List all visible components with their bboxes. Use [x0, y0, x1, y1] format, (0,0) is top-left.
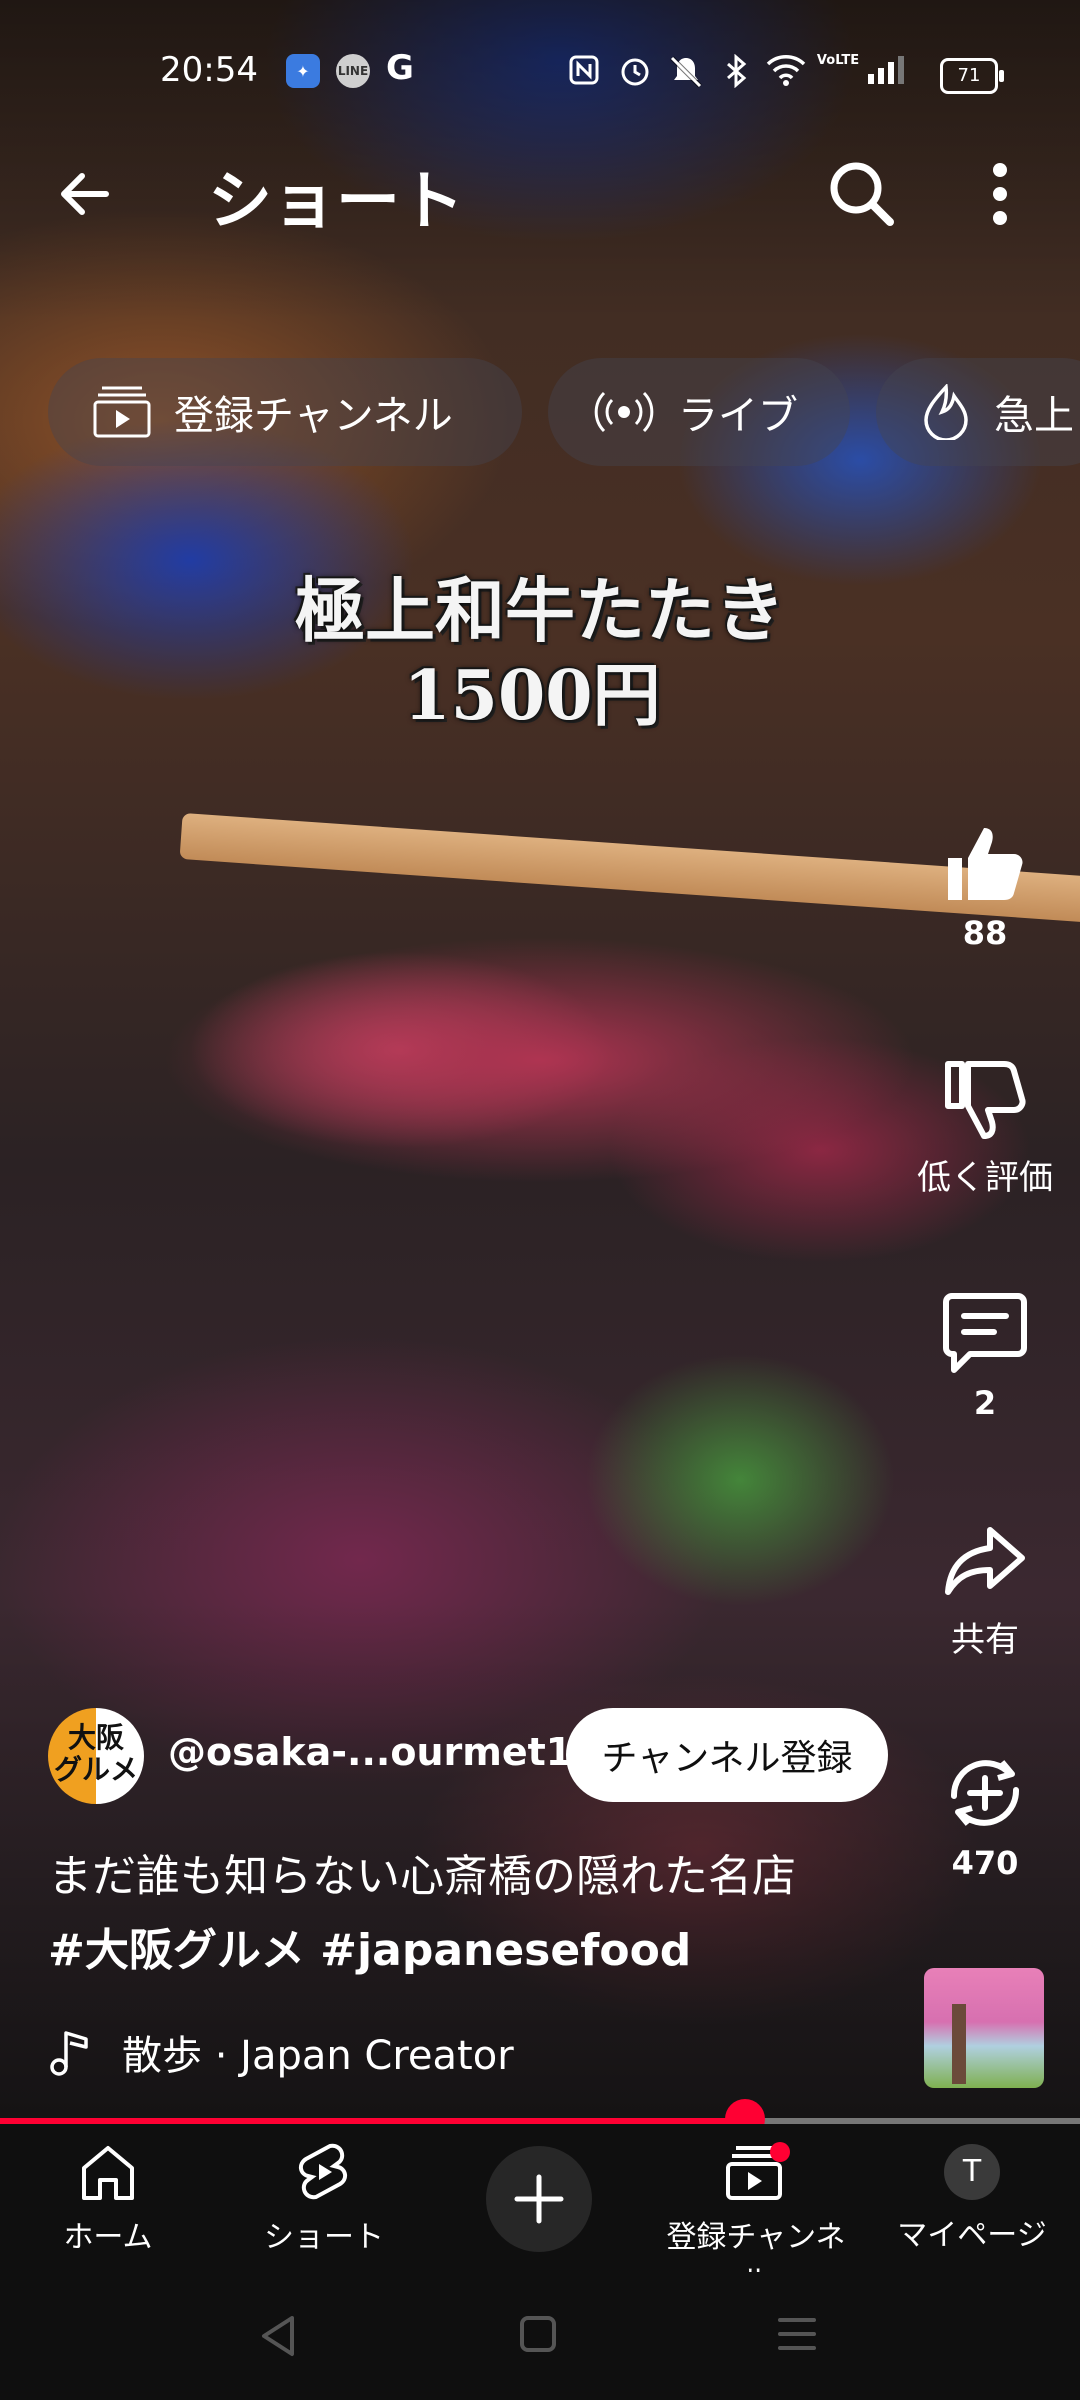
alarm-icon	[618, 54, 652, 88]
more-vertical-icon	[993, 163, 1007, 225]
nav-home-label: ホーム	[63, 2220, 153, 2255]
bluetooth-icon	[724, 54, 748, 88]
more-options-button[interactable]	[970, 152, 1030, 236]
back-arrow-icon	[61, 173, 109, 215]
avatar-text-line2: グルメ	[53, 1753, 138, 1786]
trending-icon	[924, 384, 968, 440]
music-thumbnail[interactable]	[924, 1968, 1044, 2088]
wifi-icon	[766, 54, 806, 86]
subscribe-button[interactable]: チャンネル登録	[566, 1708, 888, 1802]
comment-count: 2	[973, 1384, 997, 1422]
comments-button[interactable]: 2	[900, 1290, 1070, 1422]
music-info[interactable]: 散歩 · Japan Creator	[48, 2022, 514, 2082]
mute-icon	[668, 54, 704, 88]
filter-chips: 登録チャンネル ライブ 急上	[48, 358, 1080, 466]
dislike-button[interactable]: 低く評価	[900, 1058, 1070, 1199]
share-button[interactable]: 共有	[900, 1520, 1070, 1661]
video-hashtags[interactable]: #大阪グルメ #japanesefood	[48, 1914, 908, 1978]
chip-label: ライブ	[678, 393, 798, 439]
user-avatar: T	[944, 2144, 1000, 2200]
remix-count: 470	[951, 1844, 1019, 1882]
search-button[interactable]	[820, 152, 904, 236]
chip-trending[interactable]: 急上	[876, 358, 1080, 466]
status-time: 20:54	[160, 50, 258, 90]
battery-indicator: 71	[940, 58, 1004, 94]
status-bar: 20:54 ✦ LINE G VoLTE 71	[0, 40, 1080, 104]
video-description[interactable]: まだ誰も知らない心斎橋の隠れた名店	[48, 1840, 908, 1904]
channel-name[interactable]: @osaka-...ourmet1	[168, 1730, 572, 1774]
like-count: 88	[962, 914, 1008, 952]
nav-mypage[interactable]: T マイページ	[872, 2136, 1072, 2254]
signal-icon	[866, 54, 910, 84]
live-icon	[594, 391, 654, 433]
subscriptions-icon	[726, 2142, 790, 2200]
comment-icon	[943, 1293, 1027, 1373]
like-button[interactable]: 88	[900, 820, 1070, 952]
system-recents-icon[interactable]	[776, 2314, 818, 2354]
chip-live[interactable]: ライブ	[548, 358, 850, 466]
home-icon	[82, 2146, 134, 2200]
channel-avatar[interactable]: 大阪 グルメ	[48, 1708, 144, 1804]
nfc-icon	[568, 54, 600, 86]
chip-label: 登録チャンネル	[174, 393, 453, 439]
google-icon: G	[386, 48, 414, 88]
volte-icon: VoLTE	[816, 53, 860, 68]
music-note-icon	[50, 2031, 88, 2076]
avatar-text-line1: 大阪	[67, 1721, 124, 1754]
nav-shorts-label: ショート	[264, 2220, 384, 2255]
system-back-icon[interactable]	[256, 2312, 300, 2360]
plus-icon	[514, 2174, 564, 2224]
system-home-icon[interactable]	[518, 2314, 558, 2354]
bottom-navigation: ホーム ショート 登録チャンネル T マイページ	[0, 2124, 1080, 2299]
thumbs-up-icon	[948, 828, 1023, 900]
search-icon	[830, 162, 894, 226]
nav-shorts[interactable]: ショート	[224, 2136, 424, 2256]
remix-icon	[950, 1760, 1020, 1826]
remix-button[interactable]: 470	[900, 1750, 1070, 1882]
page-title: ショート	[208, 165, 464, 239]
create-button[interactable]	[486, 2146, 592, 2252]
dislike-label: 低く評価	[917, 1158, 1053, 1198]
nav-home[interactable]: ホーム	[8, 2136, 208, 2256]
thumbs-down-icon	[945, 1061, 1026, 1139]
share-icon	[945, 1527, 1025, 1595]
notification-app-icon: ✦	[286, 54, 320, 88]
video-caption-price: 1500円	[403, 656, 661, 736]
channel-info: 大阪 グルメ @osaka-...ourmet1 チャンネル登録	[48, 1706, 898, 1806]
chip-label: 急上	[994, 393, 1074, 439]
system-navigation-bar	[0, 2272, 1080, 2400]
top-app-bar: ショート	[0, 140, 1080, 250]
chip-subscriptions[interactable]: 登録チャンネル	[48, 358, 522, 466]
share-label: 共有	[951, 1620, 1019, 1660]
music-title: 散歩 · Japan Creator	[122, 2033, 514, 2079]
back-button[interactable]	[44, 152, 128, 236]
subscriptions-icon	[93, 386, 151, 438]
shorts-icon	[299, 2143, 347, 2200]
nav-mypage-label: マイページ	[897, 2218, 1047, 2253]
line-icon: LINE	[336, 54, 370, 88]
